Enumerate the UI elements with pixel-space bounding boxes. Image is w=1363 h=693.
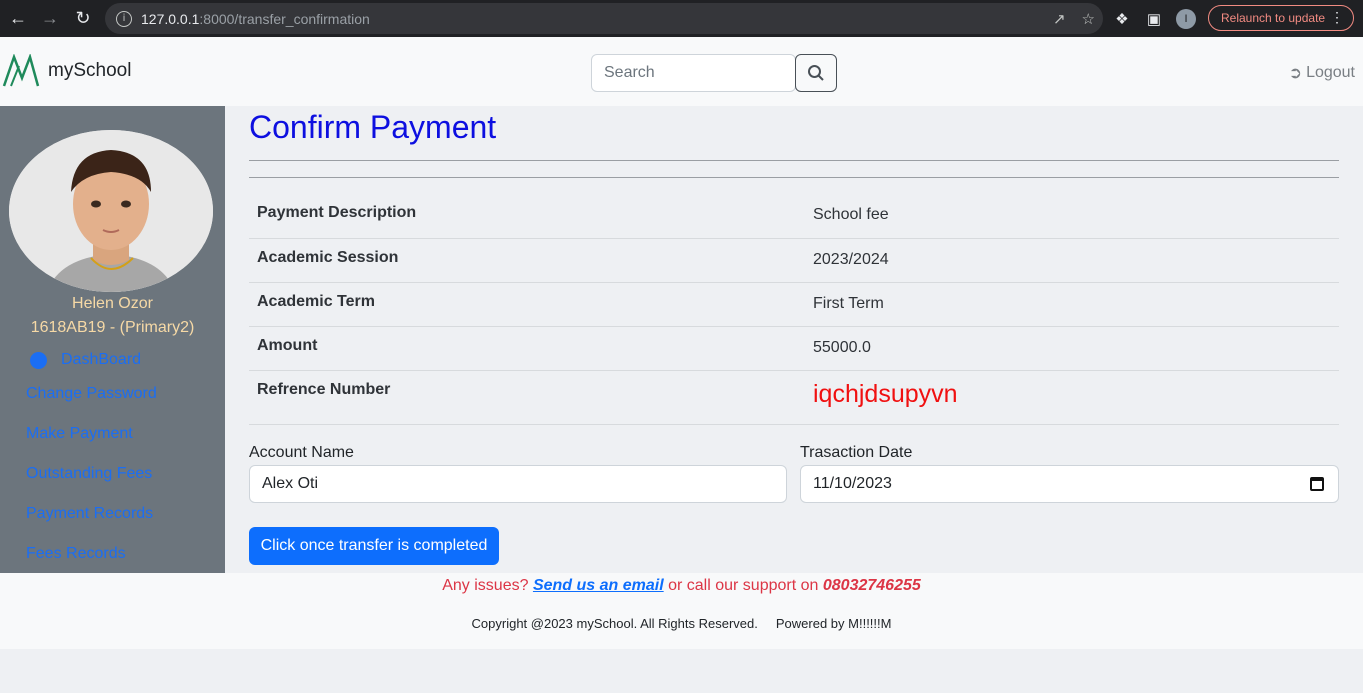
search-button[interactable]	[795, 54, 837, 92]
footer: Any issues? Send us an email or call our…	[0, 573, 1363, 649]
sidebar-item-dashboard[interactable]: DashBoard	[30, 351, 141, 369]
sidebar-item-make-payment[interactable]: Make Payment	[26, 425, 133, 443]
detail-row-session: Academic Session 2023/2024	[249, 239, 1339, 283]
page-title: Confirm Payment	[249, 109, 497, 145]
forward-icon[interactable]: →	[34, 0, 66, 37]
profile-avatar[interactable]: I	[1176, 8, 1196, 29]
transaction-date-label: Trasaction Date	[800, 444, 913, 461]
search-form	[591, 54, 837, 92]
browser-toolbar: ← → ↻ i 127.0.0.1:8000/transfer_confirma…	[0, 0, 1363, 37]
brand-logo-icon	[2, 54, 40, 87]
sidebar-item-fees-records[interactable]: Fees Records	[26, 545, 126, 563]
avatar	[9, 130, 213, 292]
main-content: Confirm Payment Payment Description Scho…	[225, 106, 1363, 573]
search-input[interactable]	[591, 54, 796, 92]
page-bottom	[0, 649, 1363, 693]
account-name-label: Account Name	[249, 444, 354, 461]
detail-row-reference: Refrence Number iqchjdsupyvn	[249, 371, 1339, 425]
app-navbar: mySchool ➲ Logout	[0, 37, 1363, 106]
logout-icon: ➲	[1288, 65, 1303, 82]
detail-row-description: Payment Description School fee	[249, 194, 1339, 239]
brand[interactable]: mySchool	[2, 54, 131, 88]
support-phone: 08032746255	[822, 577, 921, 594]
side-panel-icon[interactable]: ▣	[1144, 9, 1164, 29]
confirm-transfer-button[interactable]: Click once transfer is completed	[249, 527, 499, 565]
calendar-icon[interactable]	[1310, 477, 1324, 491]
logout-link[interactable]: ➲ Logout	[1289, 63, 1355, 83]
account-name-field[interactable]: Alex Oti	[249, 465, 787, 503]
site-info-icon[interactable]: i	[116, 10, 132, 27]
sidebar-item-payment-records[interactable]: Payment Records	[26, 505, 153, 523]
sidebar-item-change-password[interactable]: Change Password	[26, 385, 157, 403]
sidebar: Helen Ozor 1618AB19 - (Primary2) DashBoa…	[0, 106, 225, 573]
extensions-icon[interactable]: ❖	[1112, 9, 1132, 29]
reference-number: iqchjdsupyvn	[813, 380, 958, 408]
student-name: Helen Ozor	[72, 295, 153, 312]
back-icon[interactable]: ←	[2, 0, 34, 37]
url-text[interactable]: 127.0.0.1:8000/transfer_confirmation	[141, 11, 370, 27]
copyright: Copyright @2023 mySchool. All Rights Res…	[471, 616, 892, 631]
bookmark-star-icon[interactable]: ☆	[1082, 10, 1095, 28]
address-bar[interactable]: i 127.0.0.1:8000/transfer_confirmation ↗…	[105, 3, 1103, 34]
share-icon[interactable]: ↗	[1053, 10, 1066, 28]
detail-row-term: Academic Term First Term	[249, 283, 1339, 327]
student-id: 1618AB19 - (Primary2)	[30, 319, 195, 336]
student-photo	[9, 130, 213, 292]
relaunch-button[interactable]: Relaunch to update ⋮	[1208, 5, 1354, 31]
dashboard-icon	[30, 351, 47, 369]
powered-by: Powered by M!!!!!!M	[775, 616, 892, 631]
transaction-date-field[interactable]: 11/10/2023	[800, 465, 1339, 503]
brand-name: mySchool	[48, 60, 132, 81]
search-icon	[808, 65, 824, 81]
divider	[249, 160, 1339, 161]
sidebar-item-outstanding-fees[interactable]: Outstanding Fees	[26, 465, 152, 483]
menu-dots-icon[interactable]: ⋮	[1330, 9, 1344, 26]
reload-icon[interactable]: ↻	[67, 0, 99, 37]
support-line: Any issues? Send us an email or call our…	[442, 577, 921, 594]
email-support-link[interactable]: Send us an email	[533, 577, 664, 594]
detail-row-amount: Amount 55000.0	[249, 327, 1339, 371]
divider	[249, 177, 1339, 178]
